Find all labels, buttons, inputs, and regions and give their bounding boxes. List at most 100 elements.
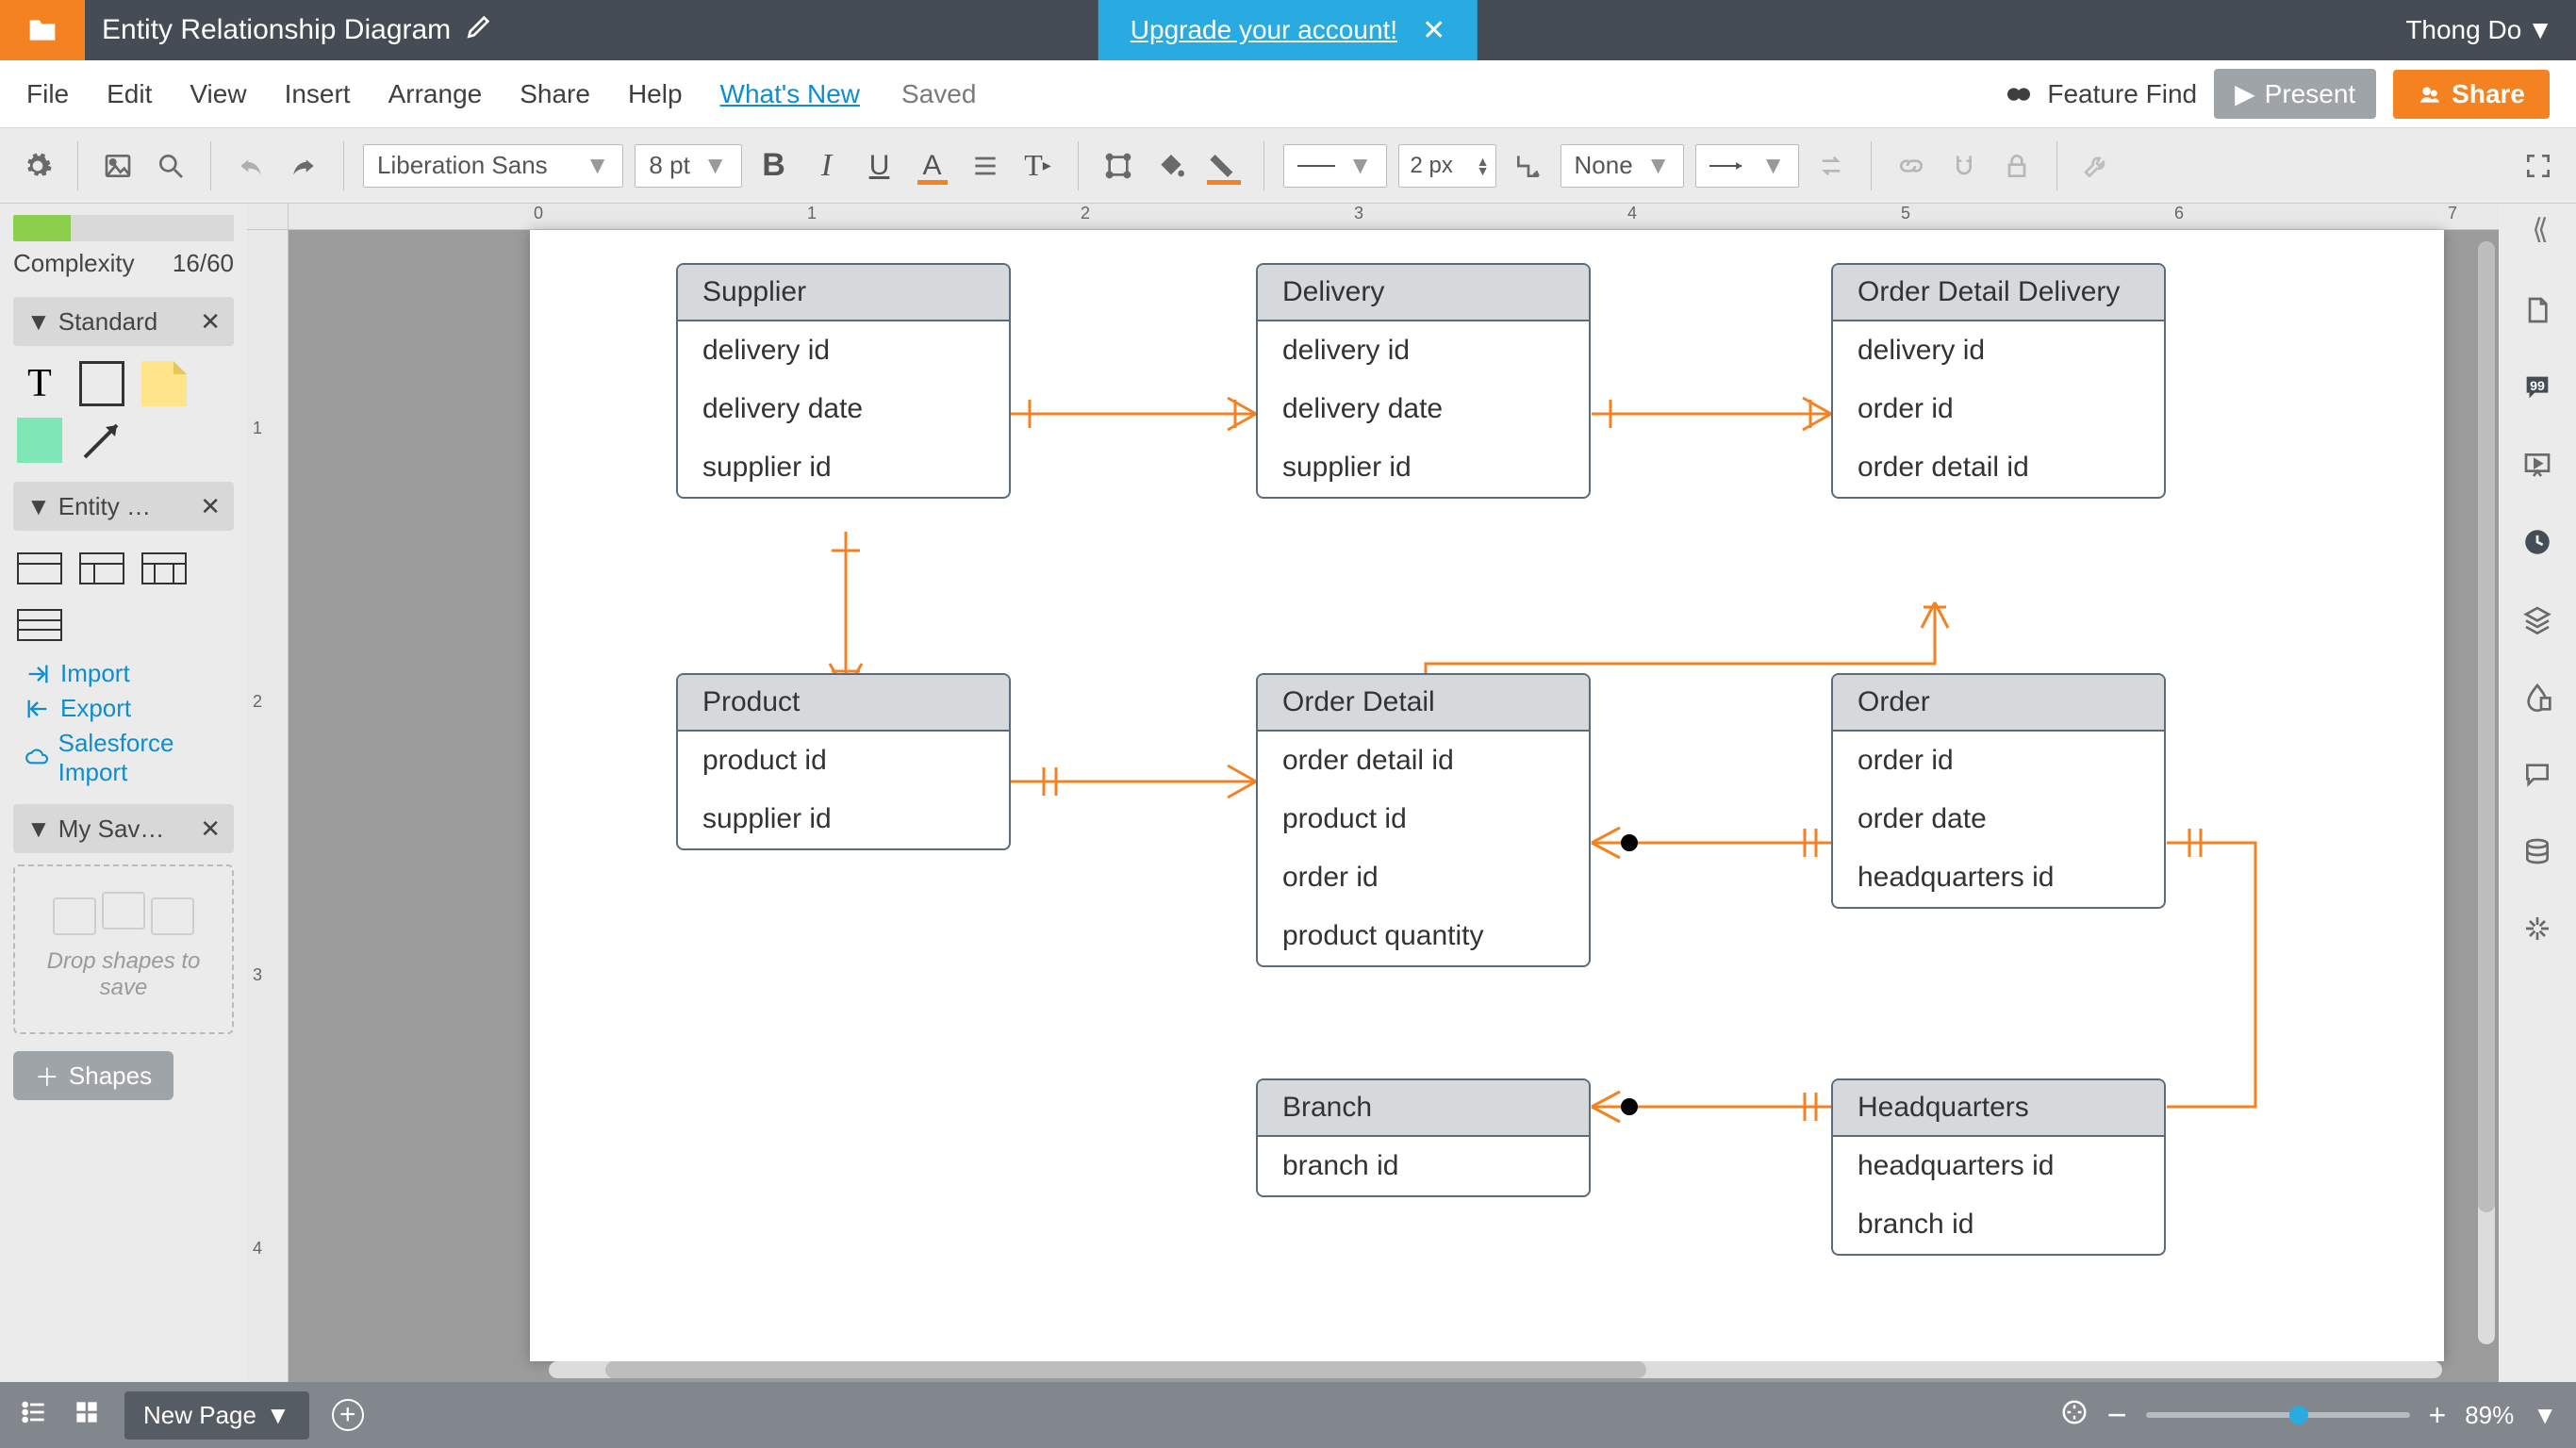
page-tab[interactable]: New Page ▼ <box>124 1391 309 1440</box>
ruler-tick: 1 <box>253 419 262 438</box>
group-standard[interactable]: ▼ Standard ✕ <box>13 297 234 346</box>
menu-file[interactable]: File <box>26 79 69 109</box>
shape-bounds-icon[interactable] <box>1098 145 1139 187</box>
zoom-slider[interactable] <box>2146 1412 2410 1418</box>
upgrade-link[interactable]: Upgrade your account! <box>1131 15 1397 45</box>
close-icon[interactable]: ✕ <box>200 814 221 844</box>
entity-hq[interactable]: Headquarters headquarters id branch id <box>1831 1078 2166 1256</box>
paper[interactable]: Supplier delivery id delivery date suppl… <box>530 230 2444 1361</box>
present-button[interactable]: ▶ Present <box>2214 69 2376 119</box>
clock-icon[interactable] <box>2518 523 2556 561</box>
textstyle-icon[interactable]: T▸ <box>1017 145 1059 187</box>
entity-orderdetail[interactable]: Order Detail order detail id product id … <box>1256 673 1591 967</box>
layers-icon[interactable] <box>2518 601 2556 638</box>
connector-icon[interactable] <box>1508 145 1549 187</box>
font-select[interactable]: Liberation Sans▼ <box>363 144 623 188</box>
bold-icon[interactable]: B <box>753 145 795 187</box>
import-link[interactable]: Import <box>25 659 234 688</box>
add-page-icon[interactable]: + <box>332 1399 364 1431</box>
gear-icon[interactable] <box>17 145 58 187</box>
chat-icon[interactable] <box>2518 755 2556 793</box>
vertical-scrollbar[interactable] <box>2478 241 2495 1344</box>
shape-entity-1[interactable] <box>17 546 62 591</box>
export-link[interactable]: Export <box>25 694 234 723</box>
image-icon[interactable] <box>97 145 139 187</box>
entity-delivery[interactable]: Delivery delivery id delivery date suppl… <box>1256 263 1591 499</box>
shape-note[interactable] <box>141 361 187 406</box>
zoom-out-icon[interactable]: − <box>2107 1395 2127 1435</box>
list-icon[interactable] <box>19 1397 49 1434</box>
folder-icon[interactable] <box>0 0 85 60</box>
fill-icon[interactable] <box>1150 145 1192 187</box>
user-menu[interactable]: Thong Do▼ <box>2405 15 2553 45</box>
undo-icon[interactable] <box>230 145 272 187</box>
lineend-select[interactable]: None▼ <box>1560 144 1685 188</box>
group-mysaved[interactable]: ▼ My Sav… ✕ <box>13 804 234 853</box>
entity-odd[interactable]: Order Detail Delivery delivery id order … <box>1831 263 2166 499</box>
salesforce-import-link[interactable]: Salesforce Import <box>25 729 234 787</box>
collapse-icon[interactable]: ⟨⟨ <box>2532 213 2542 246</box>
close-icon[interactable]: ✕ <box>1422 14 1445 47</box>
feature-find[interactable]: Feature Find <box>2004 79 2197 109</box>
entity-supplier[interactable]: Supplier delivery id delivery date suppl… <box>676 263 1011 499</box>
arrow-select[interactable]: ▼ <box>1695 144 1799 188</box>
entity-order[interactable]: Order order id order date headquarters i… <box>1831 673 2166 909</box>
drop-icon[interactable] <box>2518 678 2556 716</box>
linewidth-input[interactable]: 2 px▲▼ <box>1398 144 1496 188</box>
page-icon[interactable] <box>2518 291 2556 329</box>
italic-icon[interactable]: I <box>806 145 848 187</box>
linestyle-select[interactable]: ▼ <box>1283 144 1387 188</box>
upgrade-banner[interactable]: Upgrade your account! ✕ <box>1098 0 1478 60</box>
database-icon[interactable] <box>2518 832 2556 870</box>
canvas[interactable]: 0 1 2 3 4 5 6 7 1 2 3 4 <box>247 204 2499 1382</box>
zoom-in-icon[interactable]: + <box>2429 1398 2447 1433</box>
shape-rect[interactable] <box>79 361 124 406</box>
shapes-button[interactable]: ＋ Shapes <box>13 1051 173 1100</box>
swap-icon[interactable] <box>1810 145 1852 187</box>
share-button[interactable]: Share <box>2393 70 2550 119</box>
menu-arrange[interactable]: Arrange <box>388 79 483 109</box>
rename-icon[interactable] <box>464 11 494 49</box>
close-icon[interactable]: ✕ <box>200 307 221 337</box>
align-icon[interactable] <box>965 145 1006 187</box>
shape-arrow[interactable] <box>79 418 124 463</box>
entity-title: Product <box>678 675 1009 732</box>
menu-insert[interactable]: Insert <box>285 79 351 109</box>
zoom-value[interactable]: 89% <box>2465 1401 2514 1430</box>
user-name: Thong Do <box>2405 15 2521 45</box>
dropzone[interactable]: Drop shapes to save <box>13 864 234 1034</box>
fullscreen-icon[interactable] <box>2518 145 2559 187</box>
menu-help[interactable]: Help <box>628 79 683 109</box>
group-entity[interactable]: ▼ Entity … ✕ <box>13 482 234 531</box>
shape-hotspot[interactable] <box>17 418 62 463</box>
entity-branch[interactable]: Branch branch id <box>1256 1078 1591 1197</box>
shape-entity-4[interactable] <box>17 602 62 648</box>
horizontal-scrollbar[interactable] <box>549 1361 2442 1378</box>
fontsize-select[interactable]: 8 pt▼ <box>635 144 741 188</box>
comment-icon[interactable]: 99 <box>2518 369 2556 406</box>
menu-view[interactable]: View <box>190 79 246 109</box>
entity-product[interactable]: Product product id supplier id <box>676 673 1011 850</box>
link-icon[interactable] <box>1891 145 1932 187</box>
titlebar: Entity Relationship Diagram Upgrade your… <box>0 0 2576 60</box>
target-icon[interactable] <box>2060 1398 2089 1433</box>
lock-icon[interactable] <box>1996 145 2038 187</box>
menu-edit[interactable]: Edit <box>107 79 152 109</box>
search-icon[interactable] <box>150 145 191 187</box>
grid-icon[interactable] <box>72 1397 102 1434</box>
border-icon[interactable] <box>1203 145 1245 187</box>
document-title[interactable]: Entity Relationship Diagram <box>102 14 451 46</box>
shape-text[interactable]: T <box>17 361 62 406</box>
sparkle-icon[interactable] <box>2518 910 2556 947</box>
redo-icon[interactable] <box>283 145 324 187</box>
shape-entity-2[interactable] <box>79 546 124 591</box>
shape-entity-3[interactable] <box>141 546 187 591</box>
present-icon[interactable] <box>2518 446 2556 484</box>
wrench-icon[interactable] <box>2076 145 2118 187</box>
underline-icon[interactable]: U <box>859 145 900 187</box>
close-icon[interactable]: ✕ <box>200 492 221 521</box>
menu-whatsnew[interactable]: What's New <box>720 79 861 109</box>
magnet-icon[interactable] <box>1943 145 1985 187</box>
textcolor-icon[interactable]: A <box>912 145 953 187</box>
menu-share[interactable]: Share <box>520 79 590 109</box>
